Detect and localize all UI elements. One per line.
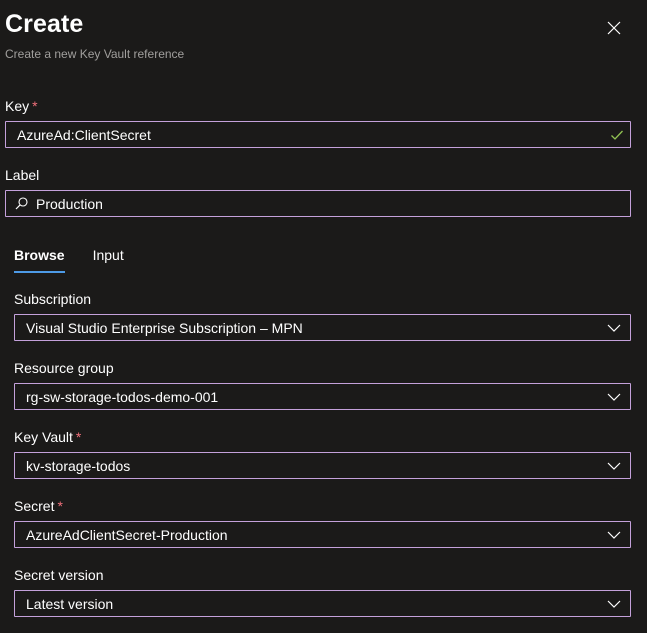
label-field-label: Label [5, 167, 40, 183]
subscription-value: Visual Studio Enterprise Subscription – … [26, 319, 303, 336]
resource-group-dropdown[interactable]: rg-sw-storage-todos-demo-001 [14, 383, 631, 410]
source-tabs: Browse Input [14, 247, 124, 273]
chevron-down-icon [606, 527, 622, 543]
secret-label: Secret [14, 498, 55, 514]
create-panel: Create Create a new Key Vault reference … [0, 0, 647, 633]
key-label: Key [5, 98, 30, 114]
secret-version-dropdown[interactable]: Latest version [14, 590, 631, 617]
key-vault-label-row: Key Vault * [14, 429, 81, 445]
page-title: Create [5, 10, 84, 38]
chevron-down-icon [606, 389, 622, 405]
resource-group-value: rg-sw-storage-todos-demo-001 [26, 388, 219, 405]
key-label-row: Key * [5, 98, 38, 114]
required-marker: * [32, 98, 38, 114]
label-search-input[interactable]: Production [5, 190, 631, 217]
close-icon [607, 21, 621, 35]
key-input-value: AzureAd:ClientSecret [17, 126, 151, 143]
chevron-down-icon [606, 320, 622, 336]
required-marker: * [57, 498, 63, 514]
subscription-label: Subscription [14, 291, 92, 307]
key-vault-label: Key Vault [14, 429, 73, 445]
label-search-value: Production [36, 195, 103, 212]
required-marker: * [75, 429, 82, 445]
resource-group-label: Resource group [14, 360, 114, 376]
key-vault-dropdown[interactable]: kv-storage-todos [14, 452, 631, 479]
secret-dropdown[interactable]: AzureAdClientSecret-Production [14, 521, 631, 548]
checkmark-icon [610, 128, 624, 142]
tab-browse[interactable]: Browse [14, 247, 65, 273]
search-icon [15, 197, 28, 210]
secret-version-value: Latest version [26, 595, 114, 612]
secret-value: AzureAdClientSecret-Production [26, 526, 228, 543]
chevron-down-icon [606, 458, 622, 474]
secret-version-label: Secret version [14, 567, 104, 583]
close-button[interactable] [600, 14, 628, 42]
chevron-down-icon [606, 596, 622, 612]
key-vault-value: kv-storage-todos [26, 457, 131, 474]
key-input[interactable]: AzureAd:ClientSecret [5, 121, 631, 148]
tab-input[interactable]: Input [93, 247, 124, 263]
subscription-dropdown[interactable]: Visual Studio Enterprise Subscription – … [14, 314, 631, 341]
page-subtitle: Create a new Key Vault reference [5, 47, 185, 61]
secret-label-row: Secret * [14, 498, 63, 514]
